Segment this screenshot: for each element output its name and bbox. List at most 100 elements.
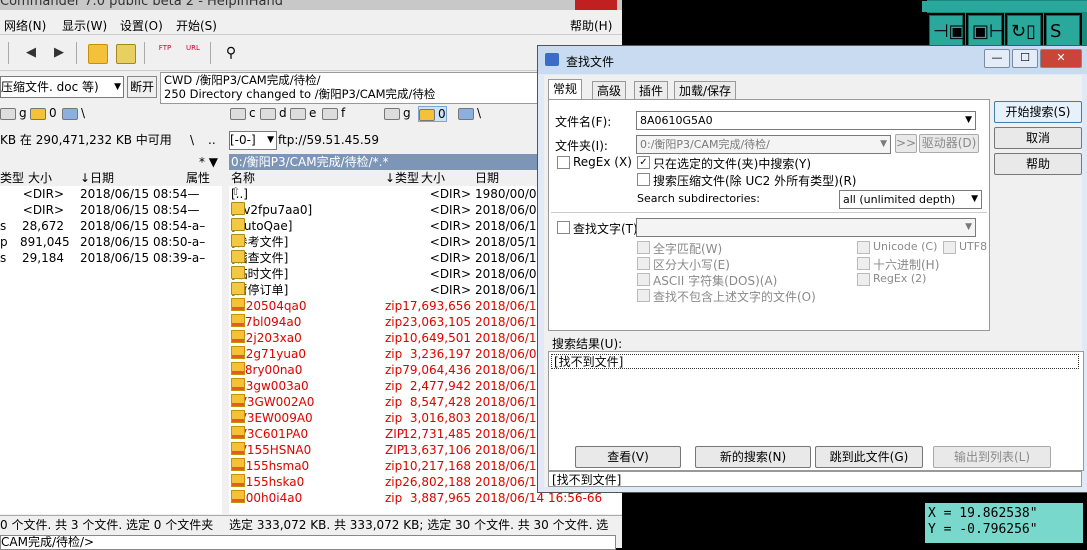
zip-archive-icon [231,426,245,439]
drive-button-c[interactable]: c [230,106,256,120]
coord-x: X = 19.862538" [928,506,1038,521]
close-button[interactable] [575,0,617,10]
parent-button[interactable]: .. [208,128,216,152]
table-row[interactable]: <DIR> 2018/06/15 08:54— [0,202,222,218]
drive-button-g[interactable]: g [0,106,27,120]
subdirs-label: Search subdirectories: [637,192,760,205]
drive-button-e[interactable]: e [290,106,316,120]
column-size[interactable]: 大小 [28,170,52,186]
tab-plugins[interactable]: 插件 [634,81,669,100]
drive-button-f[interactable]: f [322,106,345,120]
view-button[interactable]: 查看(V) [575,446,681,468]
folder-icon [231,282,245,295]
menu-help[interactable]: 帮助(H) [570,17,612,34]
browse-button[interactable]: >> [895,134,917,153]
table-row[interactable]: s 28,672 2018/06/15 08:54-a– [0,218,222,234]
utf8-checkbox[interactable] [943,241,956,254]
find-text-label: 查找文字(T): [573,222,642,236]
folder-input[interactable]: 0:/衡阳P3/CAM完成/待检/ ▼ [636,135,891,154]
drive-button-g[interactable]: g [384,106,411,120]
feed-to-listbox-button[interactable]: 输出到列表(L) [933,446,1051,468]
not-containing-checkbox[interactable] [637,289,650,302]
hex-checkbox[interactable] [857,257,870,270]
coordinate-readout: X = 19.862538" Y = -0.796256" [925,503,1083,543]
file-date: 2018/06/15 08:39-a– [80,251,206,265]
zip-archive-icon [231,442,245,455]
cancel-button[interactable]: 取消 [994,127,1082,149]
column-type[interactable]: ↓类型 [385,170,419,186]
maximize-button[interactable]: ☐ [1012,49,1038,68]
column-name[interactable]: 名称 [231,170,255,186]
column-date[interactable]: ↓日期 [80,170,114,186]
binoculars-search-icon[interactable]: ⚲ [222,44,240,62]
drive-button-0[interactable]: 0 [30,106,57,120]
ftp-connect-icon[interactable]: FTP [156,44,174,62]
tab-general[interactable]: 常规 [548,79,583,100]
file-size: 13,637,106 [402,443,471,457]
disconnect-button[interactable]: 断开 [127,76,157,98]
menu-network[interactable]: 网络(N) [4,17,46,34]
url-connect-icon[interactable]: URL [184,44,202,62]
menu-start[interactable]: 开始(S) [176,17,217,34]
drives-button[interactable]: 驱动器(D) [919,134,979,153]
list-item[interactable]: [找不到文件] [551,354,1079,369]
tab-load-save[interactable]: 加载/保存 [674,81,737,100]
forward-arrow-icon[interactable]: ▶ [50,44,68,62]
results-list[interactable]: [找不到文件] 查看(V) 新的搜索(N) 跳到此文件(G) 输出到列表(L) [548,351,1084,471]
filename-input[interactable]: 8A0610G5A0 ▼ [636,111,976,130]
file-filter-combo[interactable]: 压缩文件. doc 等) ▼ [0,76,124,98]
column-type[interactable]: 类型 [0,170,24,186]
file-date: 2018/06/1 [475,411,537,425]
unpack-files-icon[interactable] [116,44,136,64]
goto-file-button[interactable]: 跳到此文件(G) [815,446,923,468]
regex-checkbox[interactable] [557,156,570,169]
menu-settings[interactable]: 设置(O) [120,17,163,34]
left-file-panel[interactable]: <DIR> 2018/06/15 08:54— <DIR> 2018/06/15 08… [0,186,222,514]
file-date: 2018/05/1 [475,235,537,249]
close-button[interactable]: ✕ [1040,49,1082,68]
drive-button-network[interactable]: \ [62,106,85,120]
drive-label: \ [477,106,482,120]
root-button[interactable]: \ [190,128,194,152]
table-row[interactable]: s 29,184 2018/06/15 08:39-a– [0,250,222,266]
table-row[interactable]: p 891,045 2018/06/15 08:50-a– [0,234,222,250]
pack-files-icon[interactable] [88,44,108,64]
find-text-checkbox[interactable] [557,221,570,234]
tab-advanced[interactable]: 高级 [592,81,627,100]
help-button[interactable]: 帮助 [994,153,1082,175]
regex2-checkbox[interactable] [857,273,870,286]
back-arrow-icon[interactable]: ◀ [22,44,40,62]
table-row[interactable]: <DIR> 2018/06/15 08:54— [0,186,222,202]
find-text-input[interactable]: ▼ [636,218,976,237]
new-search-button[interactable]: 新的搜索(N) [695,446,811,468]
drive-button-network[interactable]: \ [458,106,481,120]
menu-display[interactable]: 显示(W) [62,17,107,34]
file-name-cell: 4v155hsma0 [231,458,309,474]
drive-button-0[interactable]: 0 [418,106,447,122]
free-space-text: KB 在 290,471,232 KB 中可用 [0,133,172,147]
search-archives-checkbox[interactable] [637,173,650,186]
subdirs-select[interactable]: all (unlimited depth) ▼ [839,190,982,209]
total-commander-window: Commander 7.0 public beta 2 - HelpInHand… [0,0,635,550]
right-drive-combo[interactable]: [-0-] ▼ [229,131,277,150]
start-search-button[interactable]: 开始搜索(S) [994,101,1082,123]
ascii-checkbox[interactable] [637,273,650,286]
column-attr[interactable]: 属性 [186,170,210,186]
minimize-button[interactable]: — [984,49,1010,68]
only-selected-checkbox[interactable]: ✓ [637,156,650,169]
file-date: 2018/06/15 08:54— [80,187,200,201]
unicode-checkbox[interactable] [857,241,870,254]
column-date[interactable]: 日期 [475,170,499,186]
file-size: <DIR> [22,203,64,217]
column-size[interactable]: 大小 [421,170,445,186]
tool-icon: ▣⊢ [972,21,1005,42]
drive-button-d[interactable]: d [260,106,287,120]
left-column-header: 类型 大小 ↓日期 属性 [0,170,222,187]
panel-splitter[interactable] [222,128,229,514]
left-status-text: 0 个文件. 共 3 个文件. 选定 0 个文件夹 [0,518,214,532]
case-sensitive-checkbox[interactable] [637,257,650,270]
file-date: 2018/06/1 [475,315,537,329]
left-filter[interactable]: * ▼ [0,154,222,170]
whole-word-checkbox[interactable] [637,241,650,254]
result-status-bar: [找不到文件] [548,471,1082,487]
